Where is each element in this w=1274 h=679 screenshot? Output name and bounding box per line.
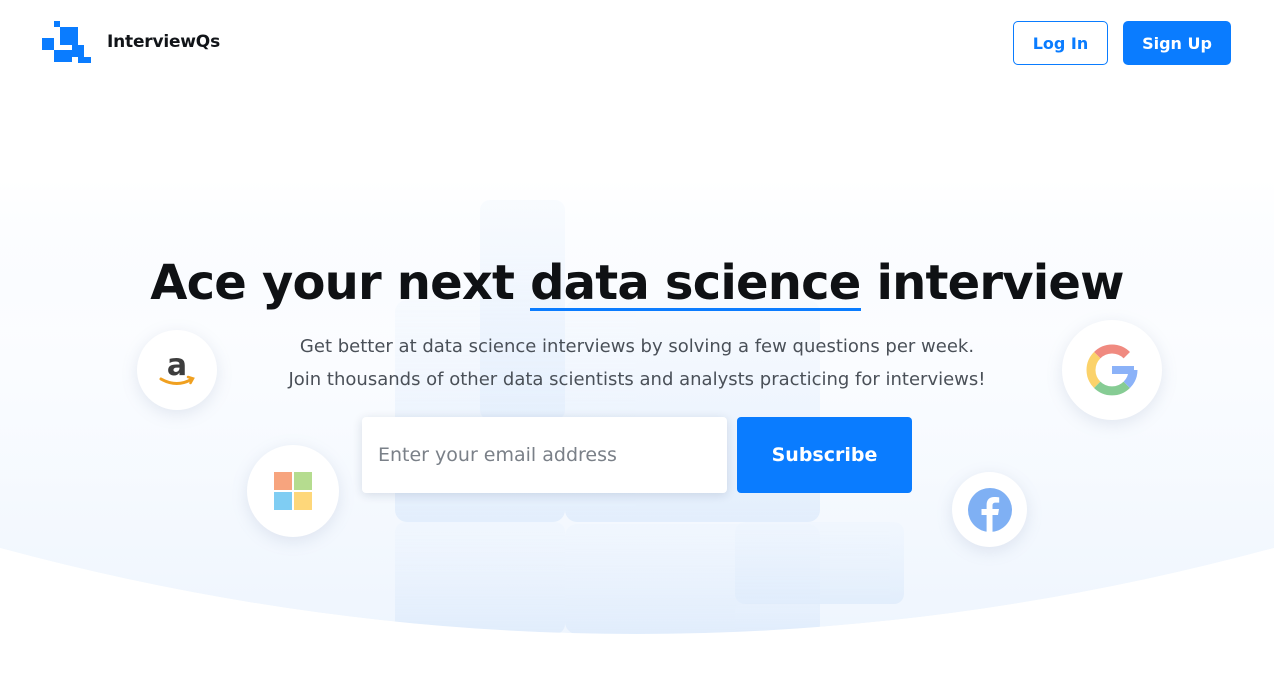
interviewqs-logo-icon <box>42 21 91 63</box>
top-nav: InterviewQs Log In Sign Up <box>0 0 1274 86</box>
hero-subtitle-line2: Join thousands of other data scientists … <box>288 369 986 390</box>
microsoft-logo-bubble <box>247 445 339 537</box>
brand-name: InterviewQs <box>107 32 220 52</box>
headline-prefix: Ace your next <box>150 255 531 311</box>
login-button[interactable]: Log In <box>1013 21 1108 65</box>
facebook-logo-icon <box>967 487 1012 532</box>
hero-headline: Ace your next data science interview <box>0 250 1274 316</box>
email-input[interactable] <box>362 417 727 493</box>
hero-subtitle-line1: Get better at data science interviews by… <box>299 336 975 357</box>
facebook-logo-bubble <box>952 472 1027 547</box>
signup-button[interactable]: Sign Up <box>1123 21 1231 65</box>
headline-highlight: data science <box>530 250 861 316</box>
subscribe-button[interactable]: Subscribe <box>737 417 912 493</box>
brand[interactable]: InterviewQs <box>42 21 220 63</box>
microsoft-logo-icon <box>274 472 312 510</box>
headline-suffix: interview <box>860 255 1124 311</box>
